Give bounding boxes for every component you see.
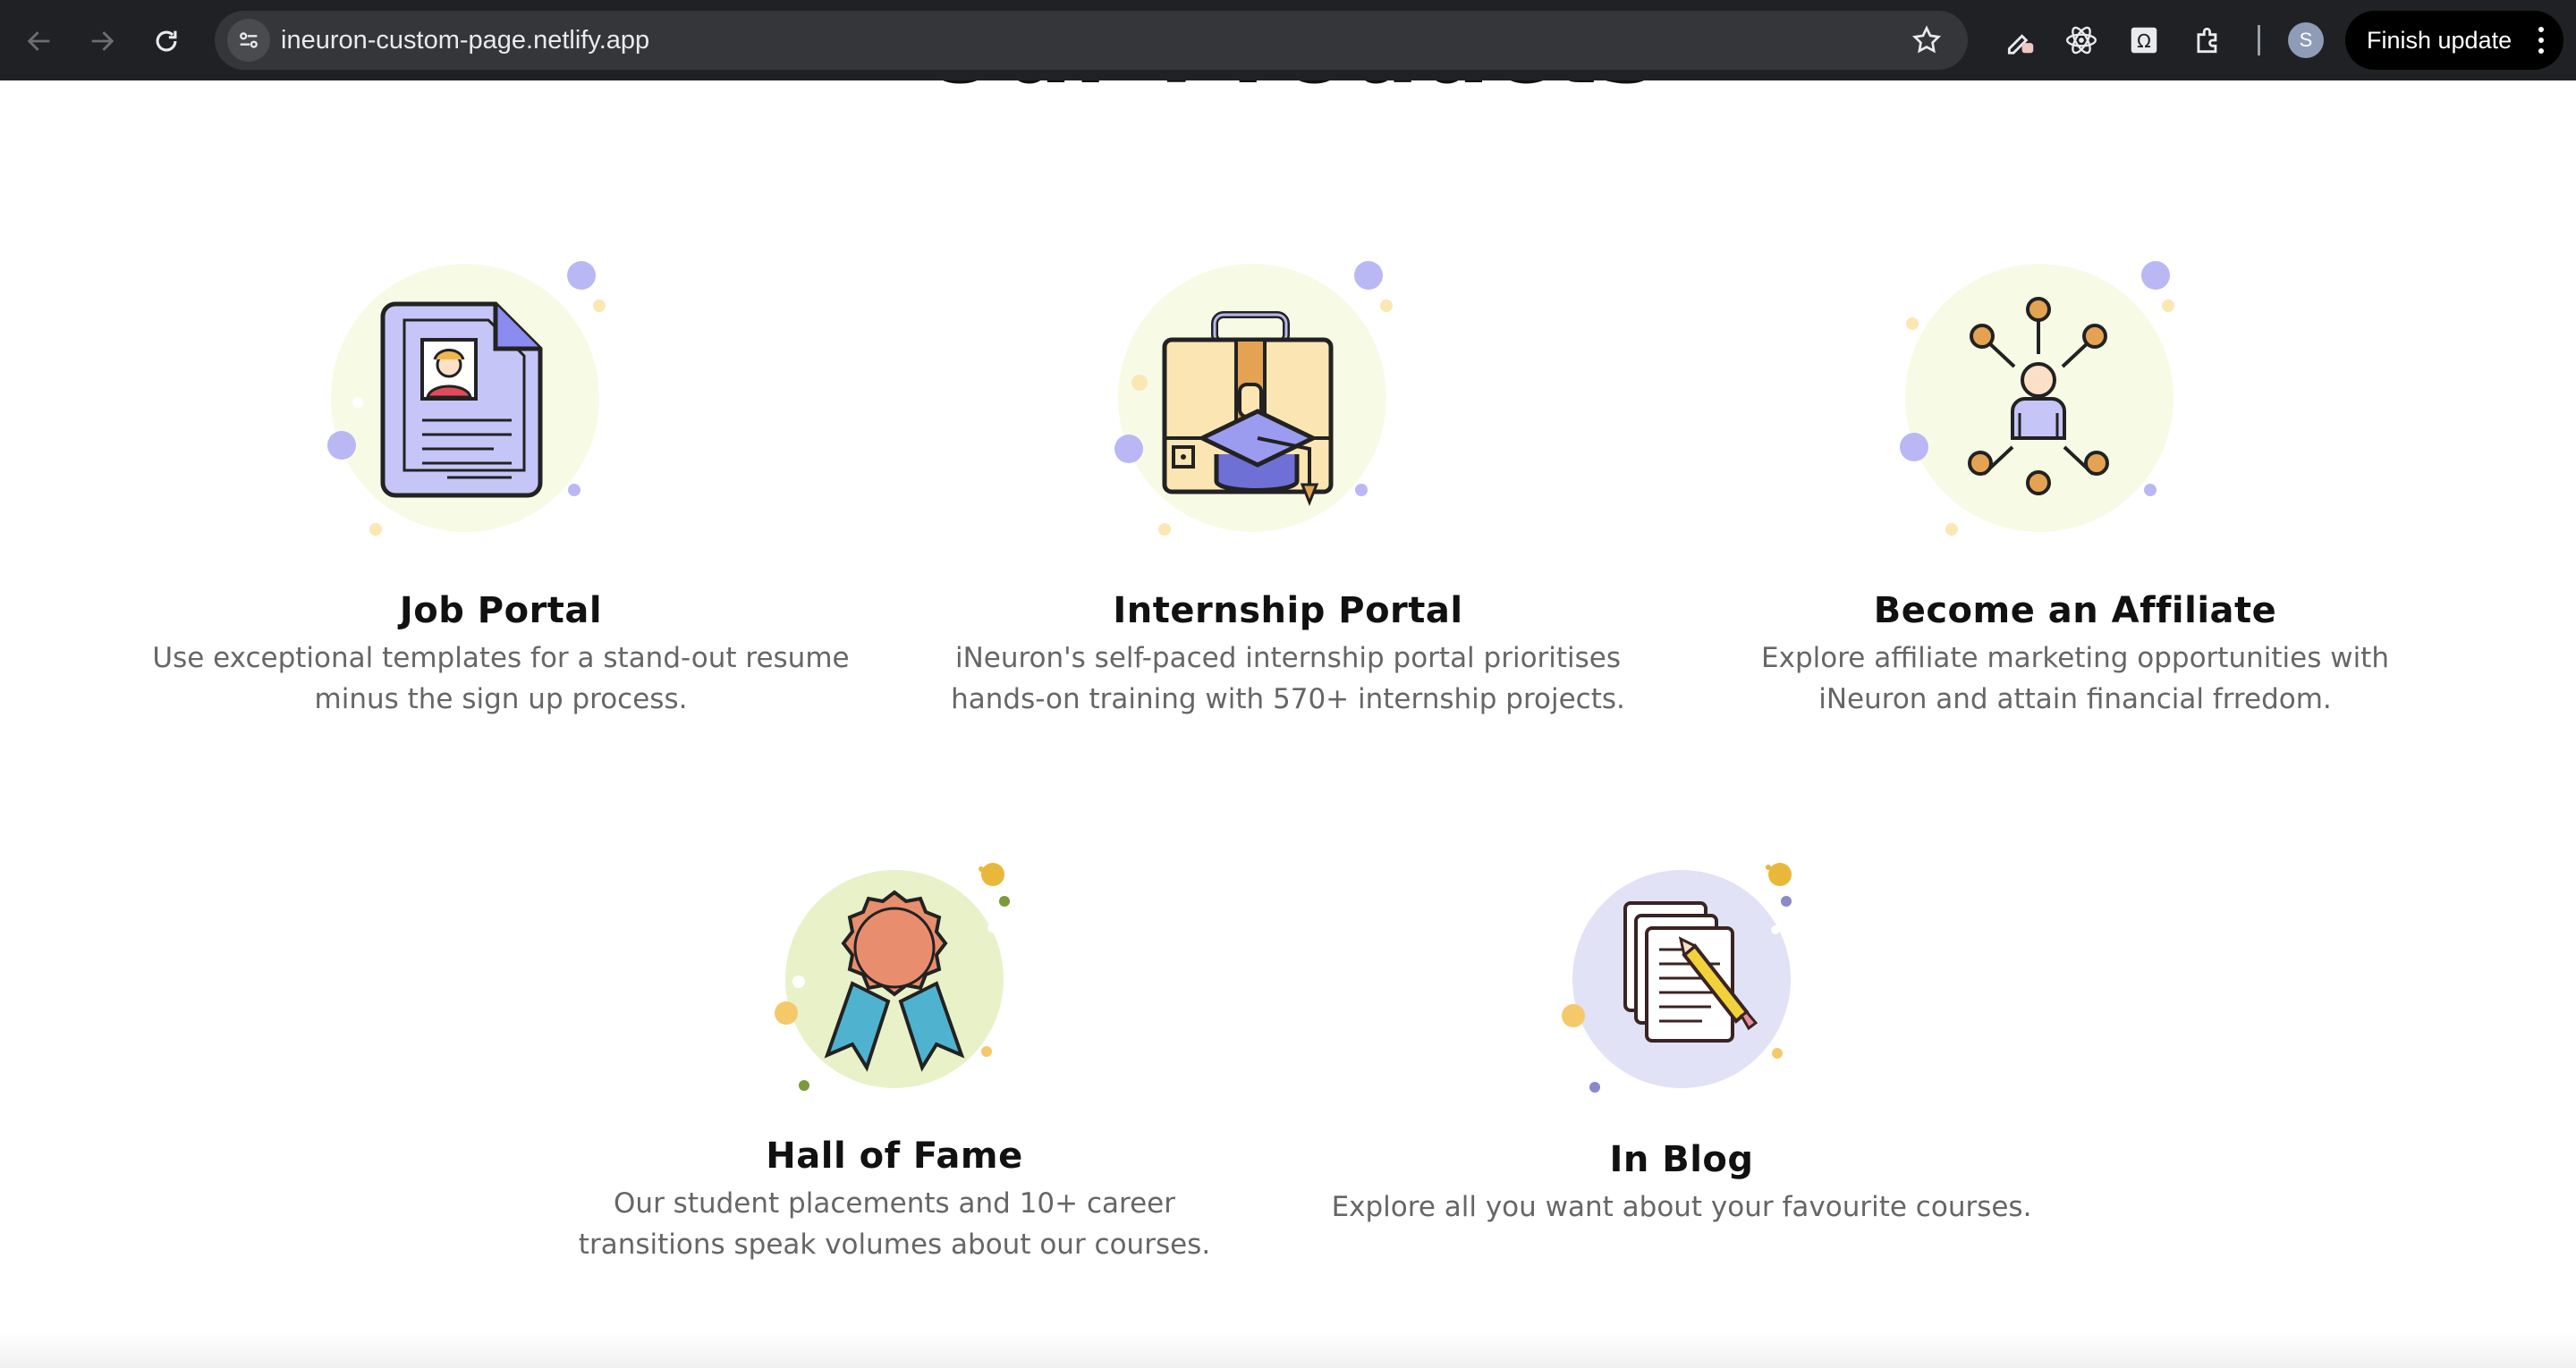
react-devtools-button[interactable]	[2061, 20, 2102, 61]
product-card-in-blog[interactable]: In Blog Explore all you want about your …	[1324, 849, 2039, 1279]
back-button[interactable]	[14, 16, 64, 66]
puzzle-extensions-icon	[2197, 27, 2217, 54]
product-card-affiliate[interactable]: Become an Affiliate Explore affiliate ma…	[1717, 250, 2433, 733]
product-card-job-portal[interactable]: Job Portal Use exceptional templates for…	[143, 250, 859, 733]
pen-extension-button[interactable]	[2000, 20, 2041, 61]
finish-update-label: Finish update	[2367, 27, 2512, 54]
product-card-hall-of-fame[interactable]: Hall of Fame Our student placements and …	[537, 849, 1252, 1279]
reload-icon	[156, 30, 177, 52]
affiliate-network-icon	[1900, 261, 2174, 536]
forward-button[interactable]	[77, 16, 127, 66]
page-bottom-shadow	[0, 1332, 2576, 1368]
product-title: Hall of Fame	[766, 1136, 1023, 1177]
url-text[interactable]: ineuron-custom-page.netlify.app	[281, 11, 649, 70]
site-info-button[interactable]	[227, 19, 270, 62]
kebab-menu-icon[interactable]	[2538, 27, 2546, 54]
svg-text:Ω: Ω	[2137, 30, 2151, 52]
profile-avatar[interactable]: S	[2288, 22, 2324, 58]
briefcase-graduation-cap-icon	[1114, 261, 1393, 536]
react-devtools-icon	[2065, 26, 2097, 55]
blog-papers-pencil-icon	[1562, 863, 1792, 1093]
forward-arrow-icon	[91, 31, 114, 51]
product-description: Our student placements and 10+ career tr…	[578, 1187, 1211, 1261]
finish-update-button[interactable]: Finish update	[2345, 11, 2563, 70]
product-title: Job Portal	[399, 590, 603, 631]
omega-extension-icon: Ω	[2131, 27, 2157, 54]
product-description: Explore affiliate marketing opportunitie…	[1761, 642, 2389, 715]
pen-extension-icon	[2007, 34, 2034, 55]
product-title: In Blog	[1609, 1139, 1754, 1180]
award-ribbon-icon	[775, 863, 1010, 1091]
resume-document-icon	[327, 261, 606, 536]
product-title: Become an Affiliate	[1873, 590, 2277, 631]
extensions-button[interactable]	[2188, 20, 2229, 61]
product-title: Internship Portal	[1113, 590, 1463, 631]
omega-extension-button[interactable]: Ω	[2123, 20, 2165, 61]
site-info-icon	[240, 32, 258, 48]
toolbar-divider	[2258, 25, 2260, 55]
address-bar[interactable]: ineuron-custom-page.netlify.app	[215, 11, 1968, 70]
browser-toolbar: ineuron-custom-page.netlify.app Ω S Fini…	[0, 0, 2576, 80]
product-description: Explore all you want about your favourit…	[1331, 1191, 2032, 1223]
reload-button[interactable]	[141, 16, 191, 66]
star-icon[interactable]	[1911, 24, 1943, 56]
product-description: Use exceptional templates for a stand-ou…	[152, 642, 850, 715]
product-card-internship-portal[interactable]: Internship Portal iNeuron's self-paced i…	[930, 250, 1646, 733]
back-arrow-icon	[27, 31, 50, 51]
product-description: iNeuron's self-paced internship portal p…	[951, 642, 1625, 715]
